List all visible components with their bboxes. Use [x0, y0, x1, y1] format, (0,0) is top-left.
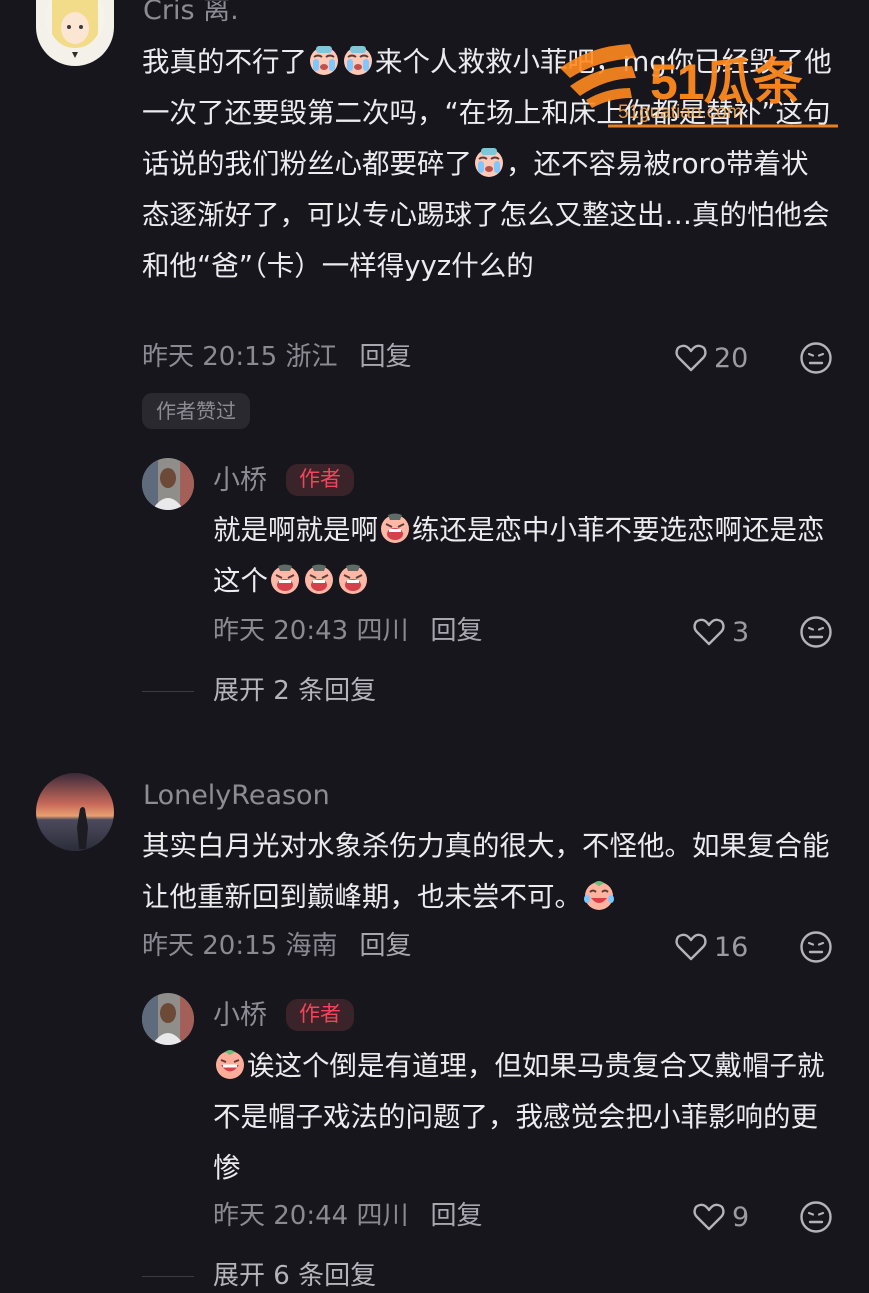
reply-time-location: 昨天 20:44 四川: [213, 1201, 409, 1231]
reply-text: 诶这个倒是有道理，但如果马贵复合又戴帽子就不是帽子戏法的问题了，我感觉会把小菲影…: [213, 1041, 833, 1194]
reply-meta: 昨天 20:44 四川 回复: [213, 1199, 482, 1233]
heart-icon: [692, 615, 726, 649]
avatar[interactable]: [36, 0, 114, 66]
reply-button[interactable]: 回复: [359, 931, 411, 961]
author-liked-chip: 作者赞过: [142, 393, 250, 429]
like-button[interactable]: 20: [674, 341, 748, 375]
avatar[interactable]: [36, 773, 114, 851]
reply-button[interactable]: 回复: [359, 342, 411, 372]
screaming-emoji-icon: [269, 563, 301, 595]
comment-time-location: 昨天 20:15 浙江: [142, 342, 338, 372]
crying-emoji-icon: [473, 146, 505, 178]
author-badge: 作者: [286, 999, 354, 1031]
laughing-crying-emoji-icon: [583, 879, 615, 911]
author-badge: 作者: [286, 464, 354, 496]
reply-button[interactable]: 回复: [430, 1201, 482, 1231]
expand-replies-button[interactable]: 展开 6 条回复: [213, 1259, 376, 1293]
like-count: 3: [732, 616, 750, 648]
dislike-face-icon[interactable]: [799, 615, 833, 649]
like-count: 20: [714, 342, 749, 374]
avatar-image: [36, 773, 114, 851]
reply-button[interactable]: 回复: [430, 616, 482, 646]
dislike-face-icon[interactable]: [799, 930, 833, 964]
expand-replies-button[interactable]: 展开 2 条回复: [213, 674, 376, 708]
comment-text-part: 其实白月光对水象杀伤力真的很大，不怪他。如果复合能让他重新回到巅峰期，也未尝不可…: [142, 830, 830, 913]
crying-emoji-icon: [308, 44, 340, 76]
like-count: 16: [714, 931, 749, 963]
like-button[interactable]: 3: [692, 615, 749, 649]
avatar-image: [142, 993, 194, 1045]
avatar[interactable]: [142, 458, 194, 510]
comment-username[interactable]: Cris 离.: [143, 0, 239, 28]
comment-time-location: 昨天 20:15 海南: [142, 931, 338, 961]
avatar-image: [36, 0, 114, 66]
comment-meta: 昨天 20:15 浙江 回复: [142, 340, 411, 374]
reply-username[interactable]: 小桥: [213, 999, 267, 1033]
reply-text-part: 就是啊就是啊: [213, 514, 378, 546]
heart-icon: [692, 1200, 726, 1234]
reply-username[interactable]: 小桥: [213, 464, 267, 498]
crying-emoji-icon: [342, 44, 374, 76]
screaming-emoji-icon: [379, 512, 411, 544]
comment-username[interactable]: LonelyReason: [143, 779, 330, 813]
grinning-emoji-icon: [214, 1048, 246, 1080]
like-button[interactable]: 9: [692, 1200, 749, 1234]
screaming-emoji-icon: [337, 563, 369, 595]
like-count: 9: [732, 1201, 750, 1233]
heart-icon: [674, 930, 708, 964]
reply-time-location: 昨天 20:43 四川: [213, 616, 409, 646]
dislike-face-icon[interactable]: [799, 341, 833, 375]
comment-text: 其实白月光对水象杀伤力真的很大，不怪他。如果复合能让他重新回到巅峰期，也未尝不可…: [142, 821, 832, 923]
comment-meta: 昨天 20:15 海南 回复: [142, 929, 411, 963]
reply-text-part: 诶这个倒是有道理，但如果马贵复合又戴帽子就不是帽子戏法的问题了，我感觉会把小菲影…: [213, 1050, 825, 1184]
dislike-face-icon[interactable]: [799, 1200, 833, 1234]
expand-divider: [142, 691, 194, 692]
avatar-image: [142, 458, 194, 510]
reply-meta: 昨天 20:43 四川 回复: [213, 614, 482, 648]
reply-text: 就是啊就是啊 练还是恋中小菲不要选恋啊还是恋这个: [213, 505, 833, 607]
watermark-url: 51guatiao.com: [618, 102, 743, 123]
avatar[interactable]: [142, 993, 194, 1045]
like-button[interactable]: 16: [674, 930, 748, 964]
screaming-emoji-icon: [303, 563, 335, 595]
expand-divider: [142, 1276, 194, 1277]
comment-text-part: 我真的不行了: [142, 46, 307, 78]
heart-icon: [674, 341, 708, 375]
